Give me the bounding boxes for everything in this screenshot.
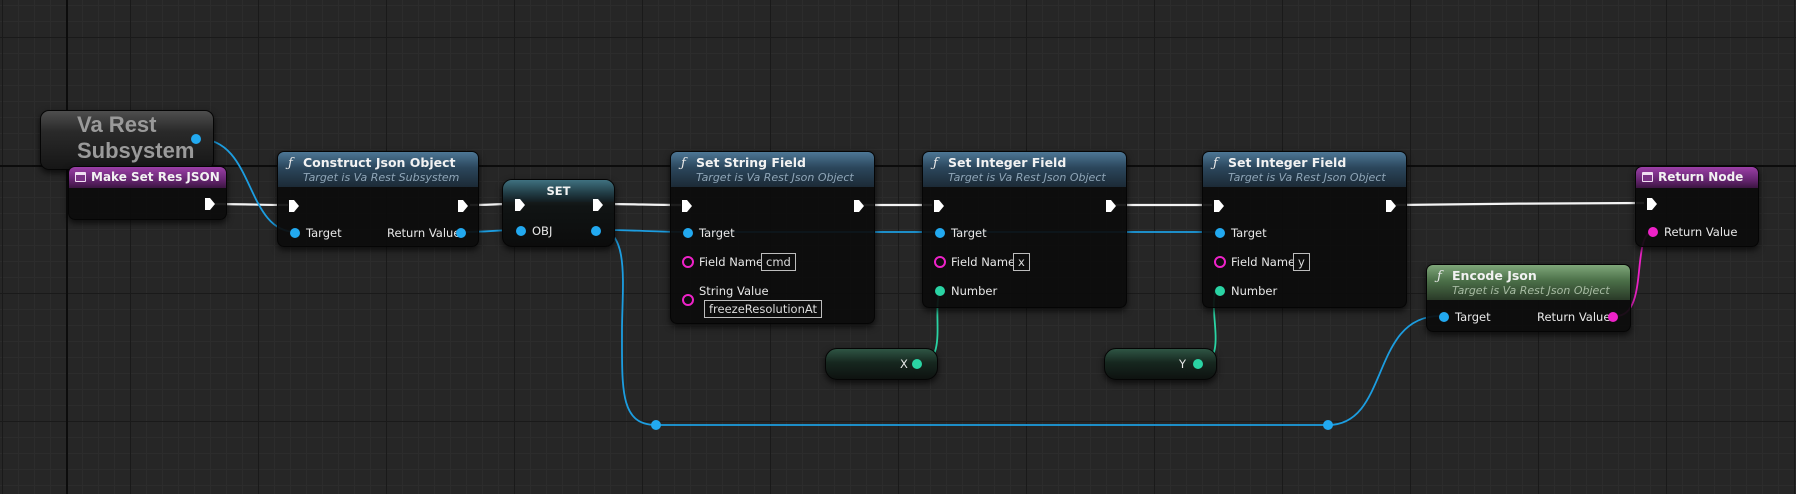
set-obj-node[interactable]: SET OBJ (502, 179, 615, 247)
node-title: Set String Field (696, 155, 806, 170)
exec-out-pin-icon[interactable] (1105, 199, 1117, 213)
exec-in-pin-icon[interactable] (514, 198, 526, 212)
field-name-pin[interactable] (934, 256, 946, 268)
exec-in-pin-icon[interactable] (681, 199, 693, 213)
pin-label-field-name: Field Name (1231, 255, 1296, 269)
variable-x-label: X (900, 357, 908, 371)
node-subtitle: Target is Va Rest Json Object (1452, 284, 1610, 297)
pin-label-target: Target (306, 226, 342, 240)
pin-label-return-value: Return Value (1537, 310, 1611, 324)
pin-label-obj: OBJ (532, 224, 553, 238)
reroute-knot[interactable] (651, 420, 661, 430)
exec-in-pin-icon[interactable] (288, 199, 300, 213)
function-icon: ƒ (681, 156, 686, 171)
obj-input-pin[interactable] (516, 226, 526, 236)
exec-out-pin-icon[interactable] (1385, 199, 1397, 213)
pin-label-number: Number (951, 284, 998, 298)
return-value-input-pin[interactable] (1648, 227, 1658, 237)
node-title: Set Integer Field (1228, 155, 1347, 170)
set-node-title: SET (546, 184, 571, 198)
string-value-pin[interactable] (682, 294, 694, 306)
pin-label-target: Target (1231, 226, 1267, 240)
pin-label-string-value: String Value (699, 284, 769, 298)
string-value-input[interactable]: freezeResolutionAt (704, 300, 823, 318)
pin-label-return-value: Return Value (387, 226, 461, 240)
pin-label-number: Number (1231, 284, 1278, 298)
exec-wire (1393, 201, 1645, 207)
field-name-input[interactable]: cmd (761, 253, 796, 271)
field-name-input[interactable]: x (1013, 253, 1030, 271)
subsystem-title-line1: Va Rest (77, 112, 157, 137)
pin-label-target: Target (951, 226, 987, 240)
encode-json-node[interactable]: ƒ Encode Json Target is Va Rest Json Objec… (1426, 264, 1631, 332)
function-icon: ƒ (1213, 156, 1218, 171)
exec-out-pin-icon[interactable] (592, 198, 604, 212)
pin-label-return-value: Return Value (1664, 225, 1738, 239)
function-icon: ƒ (288, 156, 293, 171)
wires-layer (198, 138, 1655, 426)
field-name-input[interactable]: y (1293, 253, 1310, 271)
exec-in-pin-icon[interactable] (1646, 197, 1658, 211)
return-node-title: Return Node (1658, 170, 1744, 184)
set-integer-field-x-node[interactable]: ƒ Set Integer Field Target is Va Rest Json… (922, 151, 1127, 308)
function-icon: ƒ (1437, 269, 1442, 284)
target-pin[interactable] (1439, 312, 1449, 322)
pin-label-field-name: Field Name (951, 255, 1016, 269)
node-subtitle: Target is Va Rest Json Object (948, 171, 1106, 184)
target-pin[interactable] (290, 228, 300, 238)
exec-out-pin-icon[interactable] (853, 199, 865, 213)
variable-y-label: Y (1179, 357, 1187, 371)
variable-y-node[interactable]: Y (1104, 348, 1217, 380)
return-node[interactable]: Return Node Return Value (1635, 166, 1759, 247)
return-value-pin[interactable] (1608, 312, 1618, 322)
node-title: Encode Json (1452, 268, 1537, 283)
subsystem-output-pin[interactable] (191, 134, 201, 144)
variable-x-output-pin[interactable] (912, 359, 922, 369)
pin-label-target: Target (1455, 310, 1491, 324)
set-integer-field-y-node[interactable]: ƒ Set Integer Field Target is Va Rest Json… (1202, 151, 1407, 308)
number-pin[interactable] (1215, 286, 1225, 296)
va-rest-subsystem-node[interactable]: Va Rest Subsystem (40, 110, 214, 170)
variable-y-output-pin[interactable] (1193, 359, 1203, 369)
variable-x-node[interactable]: X (825, 348, 938, 380)
pin-label-target: Target (699, 226, 735, 240)
node-title: Set Integer Field (948, 155, 1067, 170)
exec-in-pin-icon[interactable] (933, 199, 945, 213)
obj-output-pin[interactable] (591, 226, 601, 236)
subsystem-title-line2: Subsystem (77, 138, 195, 163)
make-set-res-json-node[interactable]: Make Set Res JSON (68, 166, 227, 220)
function-icon: ƒ (933, 156, 938, 171)
node-subtitle: Target is Va Rest Json Object (1228, 171, 1386, 184)
exec-out-pin-icon[interactable] (457, 199, 469, 213)
construct-json-object-node[interactable]: ƒ Construct Json Object Target is Va Rest … (277, 151, 479, 247)
exec-out-pin-icon[interactable] (204, 197, 216, 211)
reroute-knot[interactable] (1323, 420, 1333, 430)
target-pin[interactable] (935, 228, 945, 238)
event-node-icon (1642, 172, 1653, 182)
field-name-pin[interactable] (682, 256, 694, 268)
event-node-icon (75, 172, 86, 182)
number-pin[interactable] (935, 286, 945, 296)
exec-in-pin-icon[interactable] (1213, 199, 1225, 213)
node-subtitle: Target is Va Rest Json Object (696, 171, 854, 184)
pin-label-field-name: Field Name (699, 255, 764, 269)
field-name-pin[interactable] (1214, 256, 1226, 268)
return-value-pin[interactable] (456, 228, 466, 238)
set-string-field-node[interactable]: ƒ Set String Field Target is Va Rest Json … (670, 151, 875, 324)
node-title: Construct Json Object (303, 155, 456, 170)
target-pin[interactable] (683, 228, 693, 238)
target-pin[interactable] (1215, 228, 1225, 238)
node-subtitle: Target is Va Rest Subsystem (303, 171, 460, 184)
event-node-title: Make Set Res JSON (91, 170, 220, 184)
